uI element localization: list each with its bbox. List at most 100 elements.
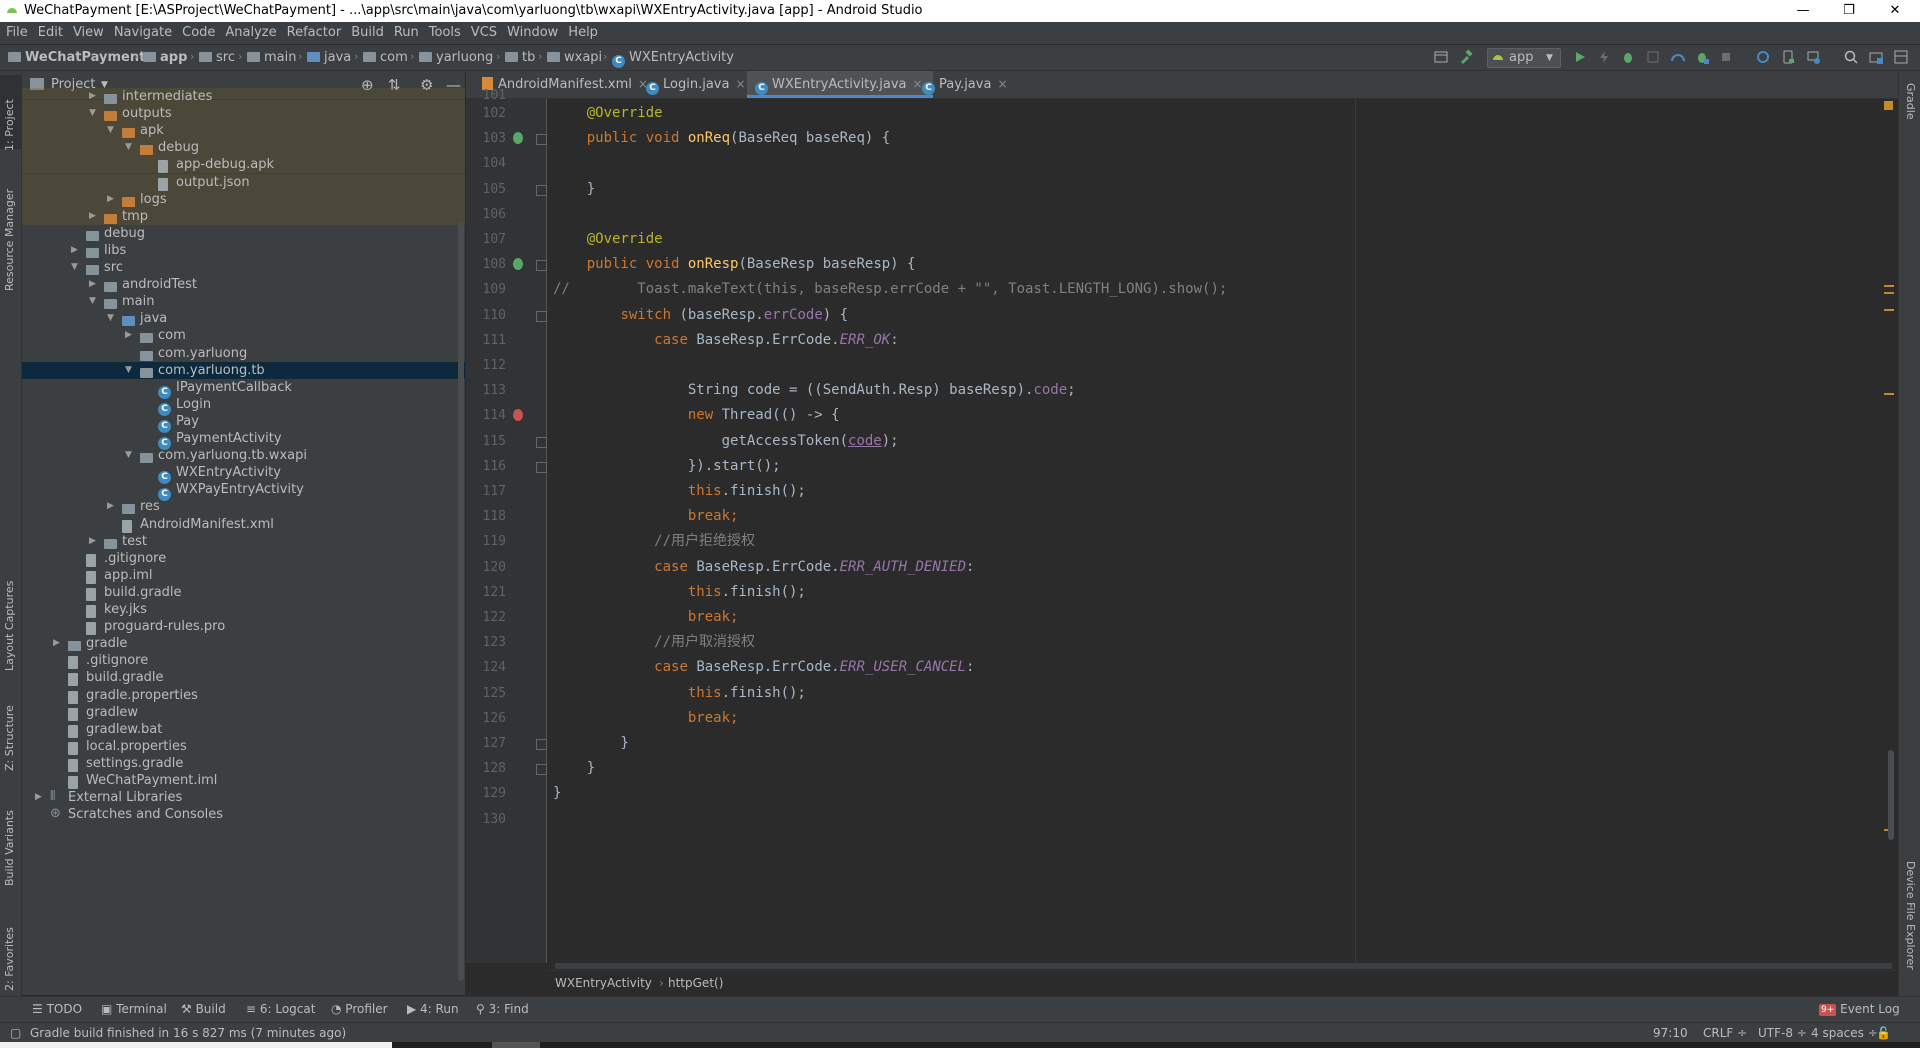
indent-setting[interactable]: 4 spaces ÷	[1811, 1023, 1878, 1043]
tree-item[interactable]: local.properties	[22, 738, 465, 755]
stop-icon[interactable]	[1718, 49, 1734, 65]
error-stripe-mark[interactable]	[1884, 393, 1894, 395]
tool-profiler[interactable]: ◔ Profiler	[331, 997, 388, 1022]
breadcrumb-main[interactable]: main	[247, 45, 296, 70]
sdk-manager-icon[interactable]	[1805, 49, 1821, 65]
error-stripe-mark[interactable]	[1884, 309, 1894, 311]
coverage-icon[interactable]	[1645, 49, 1661, 65]
run-config-select[interactable]: app ▼	[1487, 48, 1561, 68]
fold-toggle-icon[interactable]	[536, 739, 547, 750]
override-marker-icon[interactable]	[513, 132, 523, 145]
tab-wxentryactivity[interactable]: C WXEntryActivity.java ×	[747, 71, 933, 98]
tree-item[interactable]: gradlew	[22, 704, 465, 721]
line-separator[interactable]: CRLF ÷	[1703, 1023, 1747, 1043]
tree-item[interactable]: app-debug.apk	[22, 156, 465, 174]
sync-gradle-icon[interactable]	[1755, 49, 1771, 65]
project-structure-icon[interactable]	[1868, 49, 1884, 65]
fold-toggle-icon[interactable]	[536, 260, 547, 272]
lambda-marker-icon[interactable]	[513, 409, 523, 422]
code-line[interactable]: this.finish();	[553, 580, 806, 605]
tree-item[interactable]: ▶ tmp	[22, 207, 465, 225]
menu-navigate[interactable]: Navigate	[109, 22, 177, 44]
tool-find[interactable]: ⚲ 3: Find	[476, 997, 529, 1022]
collapsed-arrow-icon[interactable]: ▶	[89, 88, 99, 105]
code-line[interactable]: // Toast.makeText(this, baseResp.errCode…	[553, 277, 1227, 302]
code-crumb-method[interactable]: httpGet()	[668, 971, 723, 996]
expanded-arrow-icon[interactable]: ▼	[125, 362, 135, 379]
code-line[interactable]: }).start();	[553, 454, 781, 479]
menu-window[interactable]: Window	[502, 22, 563, 44]
error-stripe-mark[interactable]	[1884, 285, 1894, 287]
tree-item[interactable]: ▼ java	[22, 310, 465, 327]
tool-tab-favorites[interactable]: 2: Favorites	[3, 906, 16, 991]
breadcrumb-com[interactable]: com	[363, 45, 408, 70]
tool-event-log[interactable]: 9+ Event Log	[1819, 997, 1900, 1022]
layout-icon[interactable]	[1433, 49, 1449, 65]
tool-tab-project[interactable]: 1: Project	[3, 81, 16, 151]
error-stripe-mark[interactable]	[1884, 292, 1894, 294]
code-line[interactable]: switch (baseResp.errCode) {	[553, 303, 848, 328]
tab-login[interactable]: C Login.java ×	[638, 71, 746, 98]
close-tab-icon[interactable]: ×	[997, 77, 1007, 91]
code-line[interactable]: @Override	[553, 227, 663, 252]
code-line[interactable]: new Thread(() -> {	[553, 403, 840, 428]
collapsed-arrow-icon[interactable]: ▶	[89, 533, 99, 550]
tree-item[interactable]: proguard-rules.pro	[22, 618, 465, 636]
expanded-arrow-icon[interactable]: ▼	[71, 259, 81, 276]
maximize-button[interactable]: ❐	[1826, 0, 1872, 22]
menu-edit[interactable]: Edit	[33, 22, 68, 44]
tool-run[interactable]: ▶ 4: Run	[407, 997, 459, 1022]
code-line[interactable]: //用户取消授权	[553, 630, 755, 655]
tree-item[interactable]: C PaymentActivity	[22, 430, 465, 450]
breadcrumb-yarluong[interactable]: yarluong	[419, 45, 493, 70]
tree-item[interactable]: app.iml	[22, 567, 465, 584]
code-line[interactable]: }	[553, 731, 628, 756]
caret-position[interactable]: 97:10	[1653, 1023, 1688, 1043]
breadcrumb-project[interactable]: WeChatPayment	[8, 45, 145, 70]
tree-item[interactable]: ▶ ⫴ External Libraries	[22, 789, 465, 806]
fold-toggle-icon[interactable]	[536, 134, 547, 146]
tree-item[interactable]: com.yarluong	[22, 345, 465, 362]
code-line[interactable]: case BaseResp.ErrCode.ERR_AUTH_DENIED:	[553, 555, 974, 580]
breadcrumb-app[interactable]: app	[143, 45, 187, 70]
menu-vcs[interactable]: VCS	[466, 22, 502, 44]
avd-manager-icon[interactable]	[1780, 49, 1796, 65]
hammer-icon[interactable]	[1458, 49, 1474, 65]
tool-logcat[interactable]: ≡ 6: Logcat	[246, 997, 315, 1022]
breadcrumb-tb[interactable]: tb	[505, 45, 535, 70]
tool-terminal[interactable]: ▣ Terminal	[101, 997, 167, 1022]
code-line[interactable]: case BaseResp.ErrCode.ERR_USER_CANCEL:	[553, 655, 974, 680]
code-line[interactable]: @Override	[553, 101, 663, 126]
expanded-arrow-icon[interactable]: ▼	[107, 122, 117, 139]
tool-tab-build-variants[interactable]: Build Variants	[3, 796, 16, 886]
breadcrumb-java[interactable]: java	[307, 45, 351, 70]
apply-changes-icon[interactable]	[1596, 49, 1612, 65]
tree-item[interactable]: ⊛ Scratches and Consoles	[22, 806, 465, 823]
tree-item[interactable]: ▶ gradle	[22, 635, 465, 652]
menu-refactor[interactable]: Refactor	[282, 22, 347, 44]
tree-item[interactable]: ▼ outputs	[22, 105, 465, 123]
collapsed-arrow-icon[interactable]: ▶	[125, 327, 135, 344]
override-marker-icon[interactable]	[513, 258, 523, 271]
code-line[interactable]: }	[553, 781, 561, 806]
attach-debugger-icon[interactable]	[1694, 49, 1710, 65]
expanded-arrow-icon[interactable]: ▼	[107, 310, 117, 327]
tree-item[interactable]: .gitignore	[22, 550, 465, 567]
tree-item[interactable]: gradlew.bat	[22, 721, 465, 738]
tree-item[interactable]: ▶ androidTest	[22, 276, 465, 293]
tree-item[interactable]: ▶ logs	[22, 190, 465, 208]
tree-item[interactable]: WeChatPayment.iml	[22, 772, 465, 789]
code-line[interactable]: this.finish();	[553, 479, 806, 504]
expanded-arrow-icon[interactable]: ▼	[125, 139, 135, 156]
tree-item[interactable]: C IPaymentCallback	[22, 379, 465, 399]
tree-item[interactable]: gradle.properties	[22, 687, 465, 704]
menu-tools[interactable]: Tools	[424, 22, 466, 44]
tree-item[interactable]: ▼ debug	[22, 139, 465, 157]
tree-item[interactable]: ▼ com.yarluong.tb.wxapi	[22, 447, 465, 464]
tree-item[interactable]: settings.gradle	[22, 755, 465, 772]
expanded-arrow-icon[interactable]: ▼	[125, 447, 135, 464]
fold-toggle-icon[interactable]	[536, 184, 547, 196]
breadcrumb-wxapi[interactable]: wxapi	[547, 45, 602, 70]
tree-item[interactable]: output.json	[22, 173, 465, 191]
tool-build[interactable]: ⚒ Build	[181, 997, 226, 1022]
